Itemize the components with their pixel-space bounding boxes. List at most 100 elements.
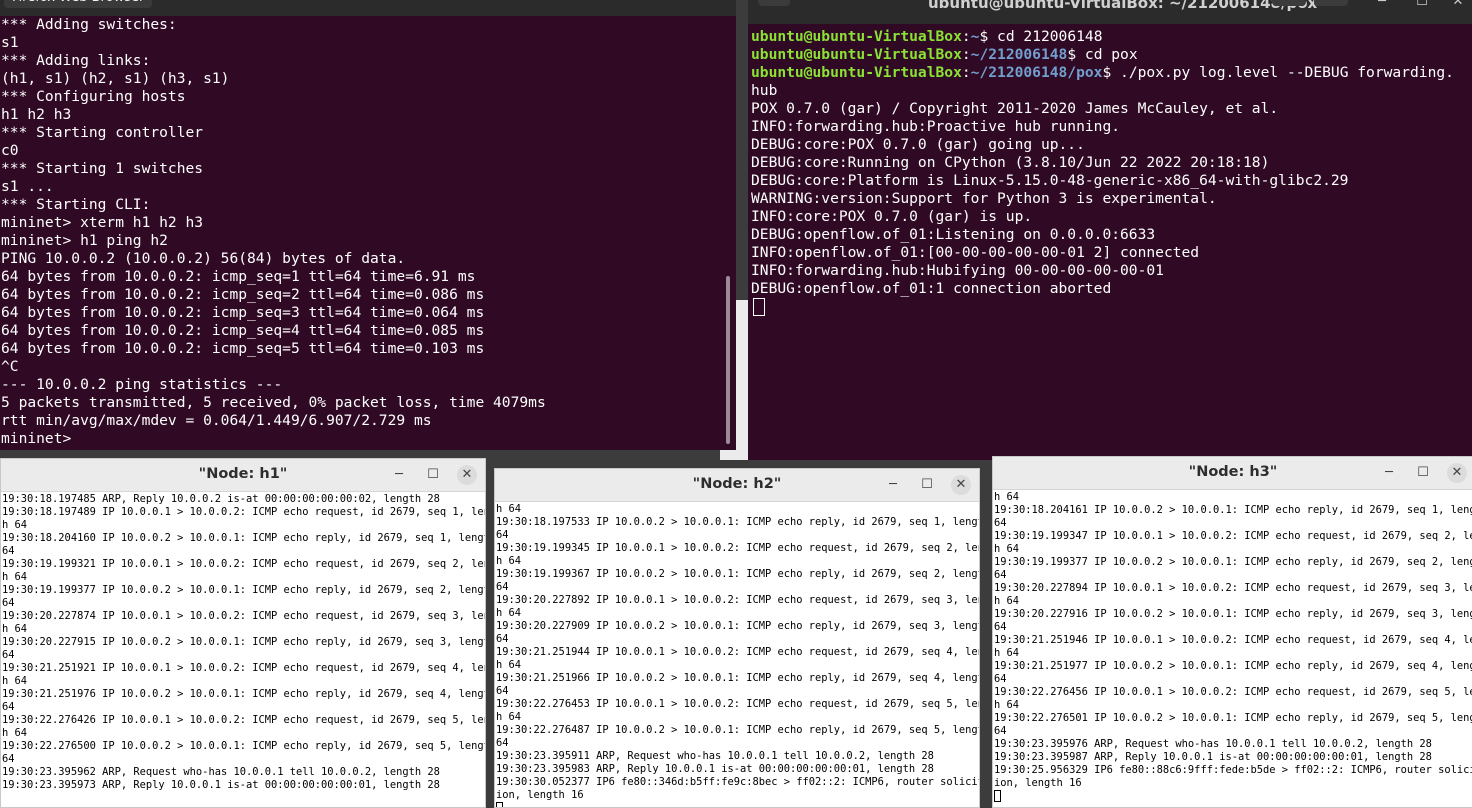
- xterm-cursor-line: [994, 790, 1472, 803]
- terminal-line: 19:30:19.199377 IP 10.0.0.2 > 10.0.0.1: …: [2, 584, 485, 596]
- terminal-line: 19:30:18.204160 IP 10.0.0.2 > 10.0.0.1: …: [2, 532, 485, 544]
- terminal-line: 64: [496, 737, 509, 749]
- pox-command-line-2: ubuntu@ubuntu-VirtualBox:~/212006148$ cd…: [751, 46, 1138, 63]
- terminal-line: s1: [1, 34, 19, 51]
- terminal-line: 19:30:20.227874 IP 10.0.0.1 > 10.0.0.2: …: [2, 610, 485, 622]
- terminal-line: *** Configuring hosts: [1, 88, 186, 105]
- terminal-line: 64: [994, 569, 1007, 581]
- xterm-window-h3[interactable]: "Node: h3" ─ ☐ ✕ h 64 19:30:18.204161 IP …: [992, 456, 1472, 808]
- terminal-line: 19:30:22.276500 IP 10.0.0.2 > 10.0.0.1: …: [2, 740, 485, 752]
- text-cursor: [753, 298, 765, 316]
- maximize-icon[interactable]: ☐: [1413, 463, 1433, 483]
- text-cursor: [496, 802, 503, 807]
- terminal-line: h 64: [2, 675, 28, 687]
- terminal-line: WARNING:version:Support for Python 3 is …: [751, 190, 1217, 207]
- terminal-line: h 64: [496, 659, 522, 671]
- mininet-terminal-titlebar: Firefox Web Browser: [0, 0, 736, 16]
- terminal-line: 19:30:22.276453 IP 10.0.0.1 > 10.0.0.2: …: [496, 698, 979, 710]
- new-tab-button[interactable]: [758, 0, 790, 6]
- terminal-line: 19:30:19.199377 IP 10.0.0.2 > 10.0.0.1: …: [994, 556, 1472, 568]
- terminal-line: 19:30:21.251946 IP 10.0.0.1 > 10.0.0.2: …: [994, 634, 1472, 646]
- terminal-line: 19:30:18.197489 IP 10.0.0.1 > 10.0.0.2: …: [2, 506, 485, 518]
- xterm-title-h3: "Node: h3": [1188, 464, 1278, 480]
- close-icon[interactable]: ✕: [951, 475, 971, 495]
- xterm-window-h2[interactable]: "Node: h2" ─ ☐ ✕ h 64 19:30:18.197533 IP …: [494, 468, 980, 808]
- terminal-line: h 64: [2, 623, 28, 635]
- terminal-line: 5 packets transmitted, 5 received, 0% pa…: [1, 394, 546, 411]
- xterm-output-h2: h 64 19:30:18.197533 IP 10.0.0.2 > 10.0.0…: [496, 503, 979, 807]
- terminal-line: INFO:forwarding.hub:Proactive hub runnin…: [751, 118, 1121, 135]
- terminal-line: h 64: [2, 727, 28, 739]
- terminal-line: 19:30:19.199367 IP 10.0.0.2 > 10.0.0.1: …: [496, 568, 979, 580]
- terminal-line: 19:30:23.395976 ARP, Request who-has 10.…: [994, 738, 1432, 750]
- minimize-icon[interactable]: ─: [389, 465, 409, 485]
- terminal-line: mininet> h1 ping h2: [1, 232, 168, 249]
- terminal-line: 64: [496, 581, 509, 593]
- terminal-line: (h1, s1) (h2, s1) (h3, s1): [1, 70, 230, 87]
- minimize-icon[interactable]: ─: [883, 475, 903, 495]
- terminal-line: h 64: [994, 699, 1020, 711]
- xterm-titlebar-h1: "Node: h1" ─ ☐ ✕: [1, 459, 485, 492]
- terminal-line: h 64: [994, 647, 1020, 659]
- xterm-title-h1: "Node: h1": [198, 466, 288, 482]
- xterm-titlebar-h3: "Node: h3" ─ ☐ ✕: [993, 457, 1472, 490]
- terminal-line: 19:30:21.251944 IP 10.0.0.1 > 10.0.0.2: …: [496, 646, 979, 658]
- terminal-line: 19:30:22.276487 IP 10.0.0.2 > 10.0.0.1: …: [496, 724, 979, 736]
- terminal-line: INFO:openflow.of_01:[00-00-00-00-00-01 2…: [751, 244, 1200, 261]
- minimize-icon[interactable]: ─: [1379, 463, 1399, 483]
- xterm-window-h1[interactable]: "Node: h1" ─ ☐ ✕ 19:30:18.197485 ARP, Re…: [0, 458, 486, 808]
- terminal-line: h 64: [994, 595, 1020, 607]
- terminal-line: DEBUG:core:Platform is Linux-5.15.0-48-g…: [751, 172, 1349, 189]
- terminal-line: *** Adding switches:: [1, 16, 177, 33]
- terminal-line: h 64: [496, 555, 522, 567]
- pox-terminal-window[interactable]: ubuntu@ubuntu-VirtualBox: ~/212006148/po…: [748, 0, 1472, 460]
- terminal-line: *** Starting controller: [1, 124, 204, 141]
- terminal-line: 19:30:20.227915 IP 10.0.0.2 > 10.0.0.1: …: [2, 636, 485, 648]
- maximize-icon[interactable]: ☐: [423, 465, 443, 485]
- terminal-line: 19:30:21.251977 IP 10.0.0.2 > 10.0.0.1: …: [994, 660, 1472, 672]
- terminal-line: hub: [751, 82, 778, 99]
- terminal-line: mininet>: [1, 430, 72, 447]
- terminal-line: ion, length 16: [496, 789, 584, 801]
- terminal-line: 19:30:20.227894 IP 10.0.0.1 > 10.0.0.2: …: [994, 582, 1472, 594]
- mininet-terminal-window[interactable]: Firefox Web Browser *** Adding switches:…: [0, 0, 736, 450]
- terminal-line: PING 10.0.0.2 (10.0.0.2) 56(84) bytes of…: [1, 250, 406, 267]
- terminal-line: 19:30:22.276426 IP 10.0.0.1 > 10.0.0.2: …: [2, 714, 485, 726]
- terminal-line: c0: [1, 142, 19, 159]
- pox-cursor-line: [751, 298, 1454, 316]
- terminal-line: *** Adding links:: [1, 52, 151, 69]
- close-icon[interactable]: ✕: [457, 465, 477, 485]
- terminal-line: 64: [994, 621, 1007, 633]
- close-button[interactable]: ✕: [1448, 0, 1468, 12]
- terminal-line: 64: [496, 685, 509, 697]
- terminal-line: 64: [2, 597, 15, 609]
- terminal-line: 19:30:23.395987 ARP, Reply 10.0.0.1 is-a…: [994, 751, 1432, 763]
- minimize-button[interactable]: ─: [1372, 0, 1392, 12]
- hamburger-menu-button[interactable]: [1314, 0, 1348, 6]
- pox-command-line-3: ubuntu@ubuntu-VirtualBox:~/212006148/pox…: [751, 64, 1454, 81]
- xterm-output-h3: h 64 19:30:18.204161 IP 10.0.0.2 > 10.0.0…: [994, 491, 1472, 807]
- terminal-line: 64: [2, 753, 15, 765]
- scrollbar[interactable]: [726, 276, 730, 444]
- terminal-line: 19:30:18.197485 ARP, Reply 10.0.0.2 is-a…: [2, 493, 440, 505]
- firefox-tooltip: Firefox Web Browser: [4, 0, 153, 8]
- terminal-line: 64: [2, 545, 15, 557]
- terminal-line: 19:30:21.251921 IP 10.0.0.1 > 10.0.0.2: …: [2, 662, 485, 674]
- xterm-output-h1: 19:30:18.197485 ARP, Reply 10.0.0.2 is-a…: [2, 493, 485, 807]
- terminal-line: 64: [994, 725, 1007, 737]
- terminal-line: 64: [2, 649, 15, 661]
- terminal-line: s1 ...: [1, 178, 54, 195]
- terminal-line: 19:30:23.395973 ARP, Reply 10.0.0.1 is-a…: [2, 779, 440, 791]
- terminal-line: 19:30:21.251976 IP 10.0.0.2 > 10.0.0.1: …: [2, 688, 485, 700]
- maximize-button[interactable]: ☐: [1412, 0, 1432, 12]
- pox-output: ubuntu@ubuntu-VirtualBox:~$ cd 212006148…: [751, 28, 1454, 316]
- pox-command-line-1: ubuntu@ubuntu-VirtualBox:~$ cd 212006148: [751, 28, 1103, 45]
- close-icon[interactable]: ✕: [1447, 463, 1467, 483]
- terminal-line: 64 bytes from 10.0.0.2: icmp_seq=2 ttl=6…: [1, 286, 485, 303]
- search-button[interactable]: [1272, 0, 1306, 6]
- terminal-line: 64: [496, 633, 509, 645]
- terminal-line: 64: [994, 673, 1007, 685]
- maximize-icon[interactable]: ☐: [917, 475, 937, 495]
- pox-terminal-title: ubuntu@ubuntu-VirtualBox: ~/212006148/po…: [928, 0, 1318, 12]
- terminal-line: h 64: [2, 519, 28, 531]
